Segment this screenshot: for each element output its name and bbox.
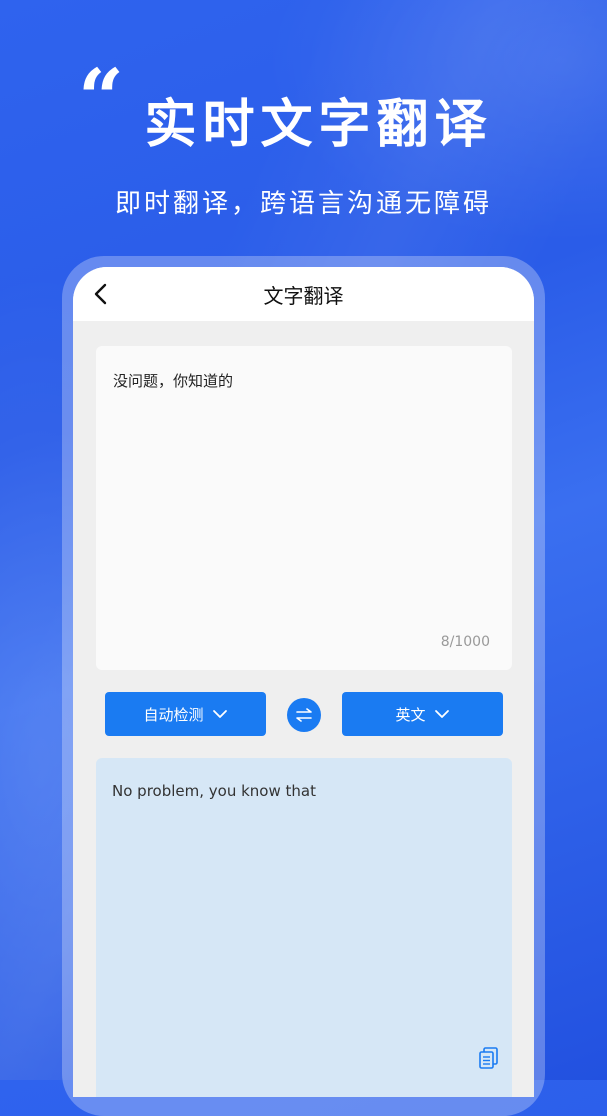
promo-headline: 实时文字翻译 (144, 95, 493, 155)
source-language-label: 自动检测 (143, 705, 204, 724)
translation-result-area: No problem, you know that (96, 758, 512, 1097)
source-language-select[interactable]: 自动检测 (105, 692, 266, 736)
target-language-label: 英文 (395, 705, 426, 724)
char-count: 8/1000 (440, 634, 490, 650)
nav-bar: 文字翻译 (73, 267, 534, 321)
phone-screen: 文字翻译 没问题，你知道的 8/1000 自动检测 英文 No problem,… (73, 267, 534, 1097)
promo-subline: 即时翻译，跨语言沟通无障碍 (114, 189, 492, 219)
swap-arrows-icon (296, 708, 312, 722)
source-text: 没问题，你知道的 (113, 372, 234, 390)
copy-icon[interactable] (478, 1046, 500, 1070)
chevron-down-icon (212, 710, 227, 718)
page-title: 文字翻译 (263, 284, 344, 308)
target-language-select[interactable]: 英文 (342, 692, 503, 736)
swap-languages-button[interactable] (287, 698, 321, 732)
translation-result-text: No problem, you know that (112, 782, 316, 800)
chevron-down-icon (434, 710, 449, 718)
source-text-area[interactable]: 没问题，你知道的 8/1000 (96, 346, 512, 670)
